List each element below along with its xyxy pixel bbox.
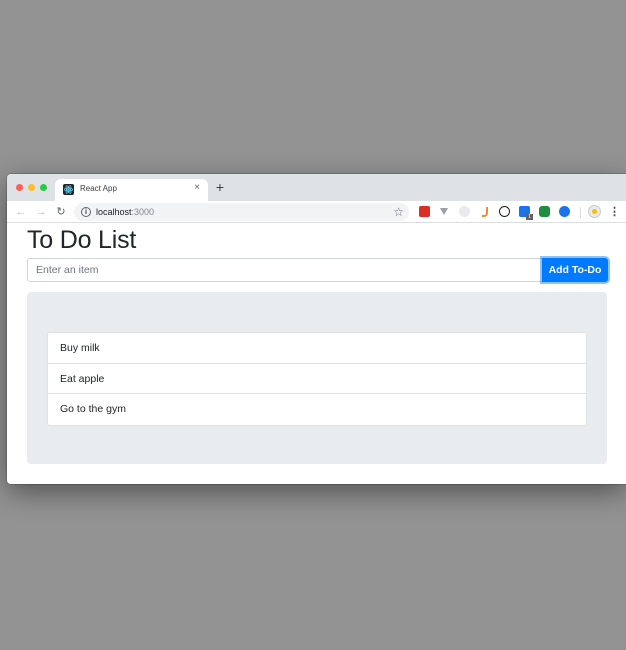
page-title: To Do List	[27, 226, 137, 254]
todo-list: Buy milk Eat apple Go to the gym	[47, 332, 587, 426]
add-todo-button[interactable]: Add To-Do	[542, 258, 608, 282]
url-port: :3000	[131, 207, 155, 217]
green-extension-icon[interactable]	[539, 206, 550, 217]
browser-toolbar: ← → ↻ i localhost:3000 ☆ 1 ⋮	[7, 201, 626, 223]
url-text[interactable]: localhost:3000	[96, 207, 154, 217]
todo-item[interactable]: Eat apple	[48, 364, 586, 394]
red-extension-icon[interactable]	[419, 206, 430, 217]
new-tab-button[interactable]: +	[213, 180, 227, 194]
tab-react-app[interactable]: React App ×	[55, 179, 208, 201]
react-logo-icon	[63, 184, 74, 195]
bookmark-star-icon[interactable]: ☆	[393, 204, 404, 220]
vue-devtools-icon[interactable]	[439, 206, 450, 217]
site-info-icon[interactable]: i	[81, 207, 91, 217]
extension-badge: 1	[526, 214, 533, 220]
page-content: To Do List Add To-Do Buy milk Eat apple …	[7, 224, 626, 484]
tab-title: React App	[80, 184, 117, 193]
info-circle-extension-icon[interactable]	[499, 206, 510, 217]
profile-avatar[interactable]	[588, 205, 601, 218]
address-bar[interactable]: i localhost:3000 ☆	[74, 203, 409, 221]
forward-arrow-icon[interactable]: →	[34, 205, 48, 219]
todo-item[interactable]: Buy milk	[48, 333, 586, 364]
todo-item[interactable]: Go to the gym	[48, 394, 586, 425]
close-tab-icon[interactable]: ×	[192, 182, 202, 194]
back-arrow-icon[interactable]: ←	[14, 205, 28, 219]
close-window-button[interactable]	[16, 184, 23, 191]
todo-list-panel: Buy milk Eat apple Go to the gym	[27, 292, 607, 464]
browser-window: React App × + ← → ↻ i localhost:3000 ☆ 1…	[7, 174, 626, 484]
toolbar-divider	[580, 207, 581, 218]
minimize-window-button[interactable]	[28, 184, 35, 191]
tab-strip: React App × +	[7, 174, 626, 201]
browser-menu-icon[interactable]: ⋮	[609, 205, 620, 219]
reload-icon[interactable]: ↻	[54, 205, 68, 219]
maximize-window-button[interactable]	[40, 184, 47, 191]
ghost-extension-icon[interactable]	[459, 206, 470, 217]
zoom-extension-icon[interactable]	[559, 206, 570, 217]
todo-input[interactable]	[27, 258, 543, 282]
blue-extension-icon[interactable]: 1	[519, 206, 533, 220]
hook-extension-icon[interactable]	[479, 206, 490, 217]
url-host: localhost	[96, 207, 132, 217]
